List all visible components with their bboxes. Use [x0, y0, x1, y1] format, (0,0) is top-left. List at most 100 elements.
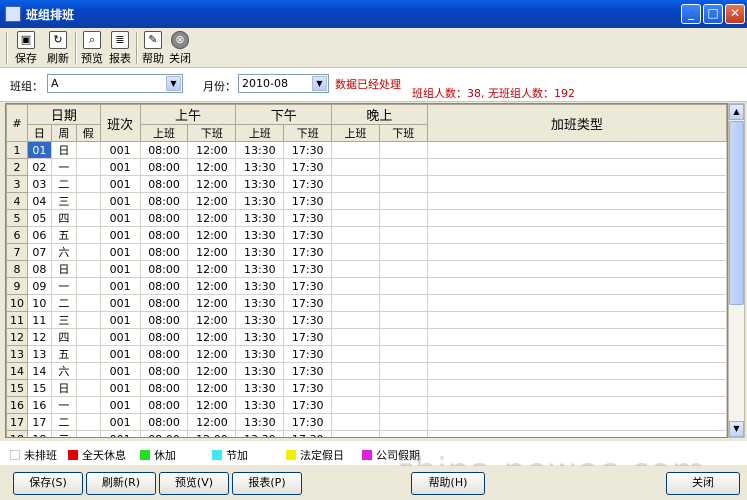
- weekday-cell[interactable]: 一: [50, 396, 77, 414]
- day-cell[interactable]: 04: [26, 192, 52, 210]
- evening-off-cell[interactable]: [378, 277, 428, 295]
- table-row[interactable]: 14 14 六 001 08:00 12:00 13:30 17:30: [6, 362, 727, 380]
- month-select[interactable]: 2010-08 ▼: [238, 74, 329, 93]
- overtime-type-cell[interactable]: [426, 362, 727, 380]
- weekday-cell[interactable]: 四: [50, 328, 77, 346]
- morning-off-cell[interactable]: 12:00: [187, 345, 237, 363]
- shift-cell[interactable]: 001: [99, 396, 141, 414]
- afternoon-on-cell[interactable]: 13:30: [235, 141, 285, 159]
- morning-off-cell[interactable]: 12:00: [187, 277, 237, 295]
- evening-off-cell[interactable]: [378, 430, 428, 437]
- evening-on-cell[interactable]: [331, 379, 380, 397]
- overtime-type-cell[interactable]: [426, 209, 727, 227]
- evening-off-cell[interactable]: [378, 379, 428, 397]
- morning-off-cell[interactable]: 12:00: [187, 260, 237, 278]
- afternoon-off-cell[interactable]: 17:30: [283, 362, 333, 380]
- refresh-button[interactable]: 刷新(R): [86, 472, 156, 495]
- morning-off-cell[interactable]: 12:00: [187, 413, 237, 431]
- table-row[interactable]: 15 15 日 001 08:00 12:00 13:30 17:30: [6, 379, 727, 397]
- overtime-type-cell[interactable]: [426, 192, 727, 210]
- holiday-cell[interactable]: [75, 158, 101, 176]
- afternoon-off-cell[interactable]: 17:30: [283, 243, 333, 261]
- morning-on-cell[interactable]: 08:00: [139, 430, 189, 437]
- toolbar-help-button[interactable]: ✎ 帮助: [139, 30, 167, 66]
- evening-on-cell[interactable]: [331, 345, 380, 363]
- morning-off-cell[interactable]: 12:00: [187, 311, 237, 329]
- close-button[interactable]: 关闭: [666, 472, 740, 495]
- morning-on-cell[interactable]: 08:00: [139, 175, 189, 193]
- afternoon-off-cell[interactable]: 17:30: [283, 175, 333, 193]
- overtime-type-cell[interactable]: [426, 277, 727, 295]
- weekday-cell[interactable]: 六: [50, 362, 77, 380]
- evening-off-cell[interactable]: [378, 209, 428, 227]
- morning-off-cell[interactable]: 12:00: [187, 328, 237, 346]
- morning-on-cell[interactable]: 08:00: [139, 158, 189, 176]
- overtime-type-cell[interactable]: [426, 158, 727, 176]
- shift-cell[interactable]: 001: [99, 209, 141, 227]
- day-cell[interactable]: 05: [26, 209, 52, 227]
- toolbar-save-button[interactable]: ▣ 保存: [12, 30, 40, 66]
- afternoon-off-cell[interactable]: 17:30: [283, 311, 333, 329]
- afternoon-off-cell[interactable]: 17:30: [283, 328, 333, 346]
- weekday-cell[interactable]: 一: [50, 158, 77, 176]
- holiday-cell[interactable]: [75, 294, 101, 312]
- afternoon-on-cell[interactable]: 13:30: [235, 158, 285, 176]
- shift-cell[interactable]: 001: [99, 311, 141, 329]
- table-row[interactable]: 8 08 日 001 08:00 12:00 13:30 17:30: [6, 260, 727, 278]
- evening-off-cell[interactable]: [378, 328, 428, 346]
- holiday-cell[interactable]: [75, 209, 101, 227]
- holiday-cell[interactable]: [75, 141, 101, 159]
- morning-off-cell[interactable]: 12:00: [187, 192, 237, 210]
- evening-off-cell[interactable]: [378, 413, 428, 431]
- afternoon-on-cell[interactable]: 13:30: [235, 175, 285, 193]
- holiday-cell[interactable]: [75, 396, 101, 414]
- table-row[interactable]: 2 02 一 001 08:00 12:00 13:30 17:30: [6, 158, 727, 176]
- day-cell[interactable]: 02: [26, 158, 52, 176]
- weekday-cell[interactable]: 二: [50, 175, 77, 193]
- evening-on-cell[interactable]: [331, 362, 380, 380]
- table-row[interactable]: 5 05 四 001 08:00 12:00 13:30 17:30: [6, 209, 727, 227]
- evening-on-cell[interactable]: [331, 260, 380, 278]
- day-cell[interactable]: 18: [26, 430, 52, 437]
- morning-on-cell[interactable]: 08:00: [139, 311, 189, 329]
- evening-on-cell[interactable]: [331, 328, 380, 346]
- day-cell[interactable]: 01: [26, 141, 52, 159]
- table-row[interactable]: 1 01 日 001 08:00 12:00 13:30 17:30: [6, 141, 727, 159]
- table-row[interactable]: 12 12 四 001 08:00 12:00 13:30 17:30: [6, 328, 727, 346]
- overtime-type-cell[interactable]: [426, 413, 727, 431]
- holiday-cell[interactable]: [75, 277, 101, 295]
- shift-cell[interactable]: 001: [99, 277, 141, 295]
- afternoon-on-cell[interactable]: 13:30: [235, 413, 285, 431]
- toolbar-report-button[interactable]: ≣ 报表: [106, 30, 134, 66]
- weekday-cell[interactable]: 五: [50, 345, 77, 363]
- overtime-type-cell[interactable]: [426, 430, 727, 437]
- holiday-cell[interactable]: [75, 260, 101, 278]
- morning-off-cell[interactable]: 12:00: [187, 141, 237, 159]
- weekday-cell[interactable]: 五: [50, 226, 77, 244]
- overtime-type-cell[interactable]: [426, 328, 727, 346]
- day-cell[interactable]: 06: [26, 226, 52, 244]
- weekday-cell[interactable]: 六: [50, 243, 77, 261]
- afternoon-off-cell[interactable]: 17:30: [283, 345, 333, 363]
- morning-on-cell[interactable]: 08:00: [139, 328, 189, 346]
- table-row[interactable]: 10 10 二 001 08:00 12:00 13:30 17:30: [6, 294, 727, 312]
- toolbar-close-button[interactable]: ⊗ 关闭: [166, 30, 194, 66]
- shift-cell[interactable]: 001: [99, 141, 141, 159]
- evening-on-cell[interactable]: [331, 158, 380, 176]
- maximize-button[interactable]: □: [703, 4, 723, 24]
- minimize-button[interactable]: _: [681, 4, 701, 24]
- shift-cell[interactable]: 001: [99, 328, 141, 346]
- shift-cell[interactable]: 001: [99, 430, 141, 437]
- afternoon-off-cell[interactable]: 17:30: [283, 260, 333, 278]
- morning-on-cell[interactable]: 08:00: [139, 260, 189, 278]
- afternoon-off-cell[interactable]: 17:30: [283, 413, 333, 431]
- weekday-cell[interactable]: 二: [50, 294, 77, 312]
- weekday-cell[interactable]: 二: [50, 413, 77, 431]
- afternoon-on-cell[interactable]: 13:30: [235, 226, 285, 244]
- holiday-cell[interactable]: [75, 345, 101, 363]
- morning-on-cell[interactable]: 08:00: [139, 379, 189, 397]
- evening-on-cell[interactable]: [331, 141, 380, 159]
- evening-on-cell[interactable]: [331, 277, 380, 295]
- morning-off-cell[interactable]: 12:00: [187, 209, 237, 227]
- overtime-type-cell[interactable]: [426, 311, 727, 329]
